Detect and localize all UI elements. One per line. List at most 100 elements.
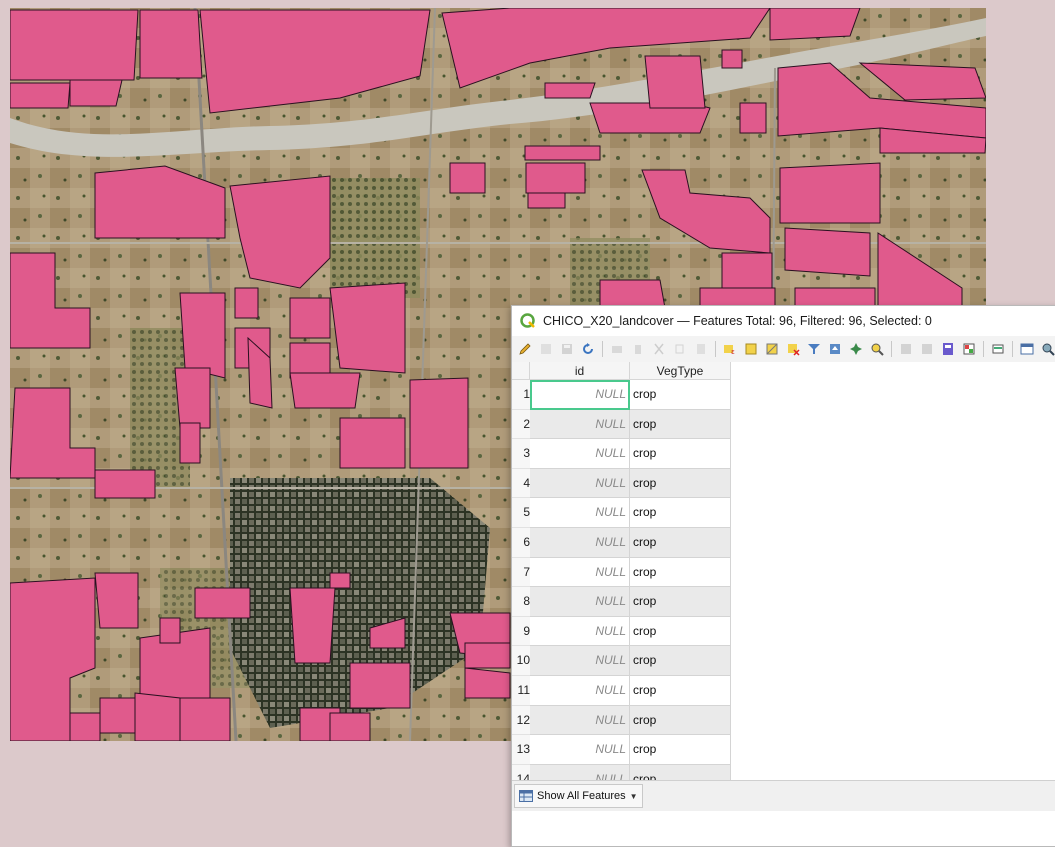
cell-vegtype[interactable]: crop [630, 528, 731, 558]
table-row[interactable]: 1 NULL crop [512, 380, 731, 410]
cell-id[interactable]: NULL [530, 468, 630, 499]
move-top-icon[interactable] [826, 341, 843, 358]
window-title: CHICO_X20_landcover — Features Total: 96… [543, 314, 932, 328]
filter-icon[interactable] [805, 341, 822, 358]
table-row[interactable]: 6 NULL crop [512, 528, 731, 558]
cell-id[interactable]: NULL [530, 735, 630, 765]
cell-vegtype[interactable]: crop [630, 616, 731, 647]
cell-id[interactable]: NULL [530, 557, 630, 588]
show-features-dropdown[interactable]: Show All Features ▼ [514, 784, 643, 808]
cell-id[interactable]: NULL [530, 439, 630, 469]
attribute-toolbar: ε [512, 336, 1055, 362]
table-row[interactable]: 13 NULL crop [512, 735, 731, 765]
row-number[interactable]: 7 [512, 557, 530, 588]
cell-vegtype[interactable]: crop [630, 468, 731, 499]
form-view-icon[interactable] [1039, 341, 1055, 358]
cell-id[interactable]: NULL [530, 764, 630, 780]
select-all-icon[interactable] [742, 341, 759, 358]
row-number[interactable]: 9 [512, 616, 530, 647]
delete-field-icon[interactable] [918, 341, 935, 358]
table-row[interactable]: 7 NULL crop [512, 557, 731, 588]
table-row[interactable]: 9 NULL crop [512, 616, 731, 647]
deselect-icon[interactable] [784, 341, 801, 358]
column-header-vegtype[interactable]: VegType [630, 362, 731, 380]
table-row[interactable]: 3 NULL crop [512, 439, 731, 469]
row-number[interactable]: 6 [512, 528, 530, 558]
expression-select-icon[interactable]: ε [721, 341, 738, 358]
row-number[interactable]: 5 [512, 498, 530, 528]
pencil-icon[interactable] [516, 341, 533, 358]
cell-vegtype[interactable]: crop [630, 498, 731, 528]
cell-vegtype[interactable]: crop [630, 587, 731, 617]
cell-vegtype[interactable]: crop [630, 705, 731, 736]
toolbar-separator [983, 341, 984, 357]
new-field-icon[interactable] [897, 341, 914, 358]
cell-id[interactable]: NULL [530, 409, 630, 440]
toolbar-separator [891, 341, 892, 357]
table-row[interactable]: 11 NULL crop [512, 676, 731, 706]
cell-id[interactable]: NULL [530, 498, 630, 528]
cell-id[interactable]: NULL [530, 528, 630, 558]
table-grid-icon [519, 790, 533, 802]
table-row[interactable]: 8 NULL crop [512, 587, 731, 617]
row-number[interactable]: 3 [512, 439, 530, 469]
pan-to-icon[interactable] [847, 341, 864, 358]
cell-id[interactable]: NULL [530, 676, 630, 706]
row-number[interactable]: 11 [512, 676, 530, 706]
save-icon[interactable] [558, 341, 575, 358]
cell-id[interactable]: NULL [530, 646, 630, 676]
attribute-table-window[interactable]: CHICO_X20_landcover — Features Total: 96… [511, 305, 1055, 847]
dock-icon[interactable] [1018, 341, 1035, 358]
cut-icon[interactable] [650, 341, 667, 358]
row-number[interactable]: 10 [512, 646, 530, 676]
table-row[interactable]: 14 NULL crop [512, 764, 731, 780]
zoom-to-icon[interactable] [868, 341, 885, 358]
row-number[interactable]: 1 [512, 380, 530, 410]
qgis-logo-icon [520, 313, 535, 328]
attribute-table[interactable]: id VegType 1 NULL crop 2 NULL crop 3 NULL crop 4 N… [512, 362, 1055, 780]
cell-vegtype[interactable]: crop [630, 764, 731, 780]
column-header-id[interactable]: id [530, 362, 630, 380]
cell-vegtype[interactable]: crop [630, 439, 731, 469]
row-number[interactable]: 8 [512, 587, 530, 617]
cell-vegtype[interactable]: crop [630, 646, 731, 676]
copy-icon[interactable] [671, 341, 688, 358]
cell-vegtype[interactable]: crop [630, 409, 731, 440]
row-number[interactable]: 14 [512, 764, 530, 780]
toolbar-separator [715, 341, 716, 357]
table-row[interactable]: 5 NULL crop [512, 498, 731, 528]
field-calculator-icon[interactable] [939, 341, 956, 358]
row-number[interactable]: 4 [512, 468, 530, 499]
table-row[interactable]: 10 NULL crop [512, 646, 731, 676]
toolbar-separator [602, 341, 603, 357]
row-header-corner[interactable] [512, 362, 530, 380]
table-row[interactable]: 2 NULL crop [512, 409, 731, 440]
cell-id[interactable]: NULL [530, 380, 630, 410]
actions-icon[interactable] [989, 341, 1006, 358]
invert-selection-icon[interactable] [763, 341, 780, 358]
delete-icon[interactable] [629, 341, 646, 358]
row-number[interactable]: 12 [512, 705, 530, 736]
bottom-bar: Show All Features ▼ [512, 780, 1055, 811]
add-feature-icon[interactable] [608, 341, 625, 358]
toolbar-separator [1012, 341, 1013, 357]
chevron-down-icon: ▼ [629, 791, 638, 801]
conditional-format-icon[interactable] [960, 341, 977, 358]
row-number[interactable]: 2 [512, 409, 530, 440]
show-features-label: Show All Features [537, 790, 626, 802]
cell-id[interactable]: NULL [530, 705, 630, 736]
cell-vegtype[interactable]: crop [630, 557, 731, 588]
reload-icon[interactable] [579, 341, 596, 358]
multi-edit-icon[interactable] [537, 341, 554, 358]
row-number[interactable]: 13 [512, 735, 530, 765]
cell-vegtype[interactable]: crop [630, 676, 731, 706]
cell-id[interactable]: NULL [530, 616, 630, 647]
window-titlebar[interactable]: CHICO_X20_landcover — Features Total: 96… [512, 306, 1055, 336]
paste-icon[interactable] [692, 341, 709, 358]
table-row[interactable]: 4 NULL crop [512, 468, 731, 499]
table-row[interactable]: 12 NULL crop [512, 705, 731, 736]
svg-text:ε: ε [731, 348, 735, 356]
cell-id[interactable]: NULL [530, 587, 630, 617]
cell-vegtype[interactable]: crop [630, 380, 731, 410]
cell-vegtype[interactable]: crop [630, 735, 731, 765]
